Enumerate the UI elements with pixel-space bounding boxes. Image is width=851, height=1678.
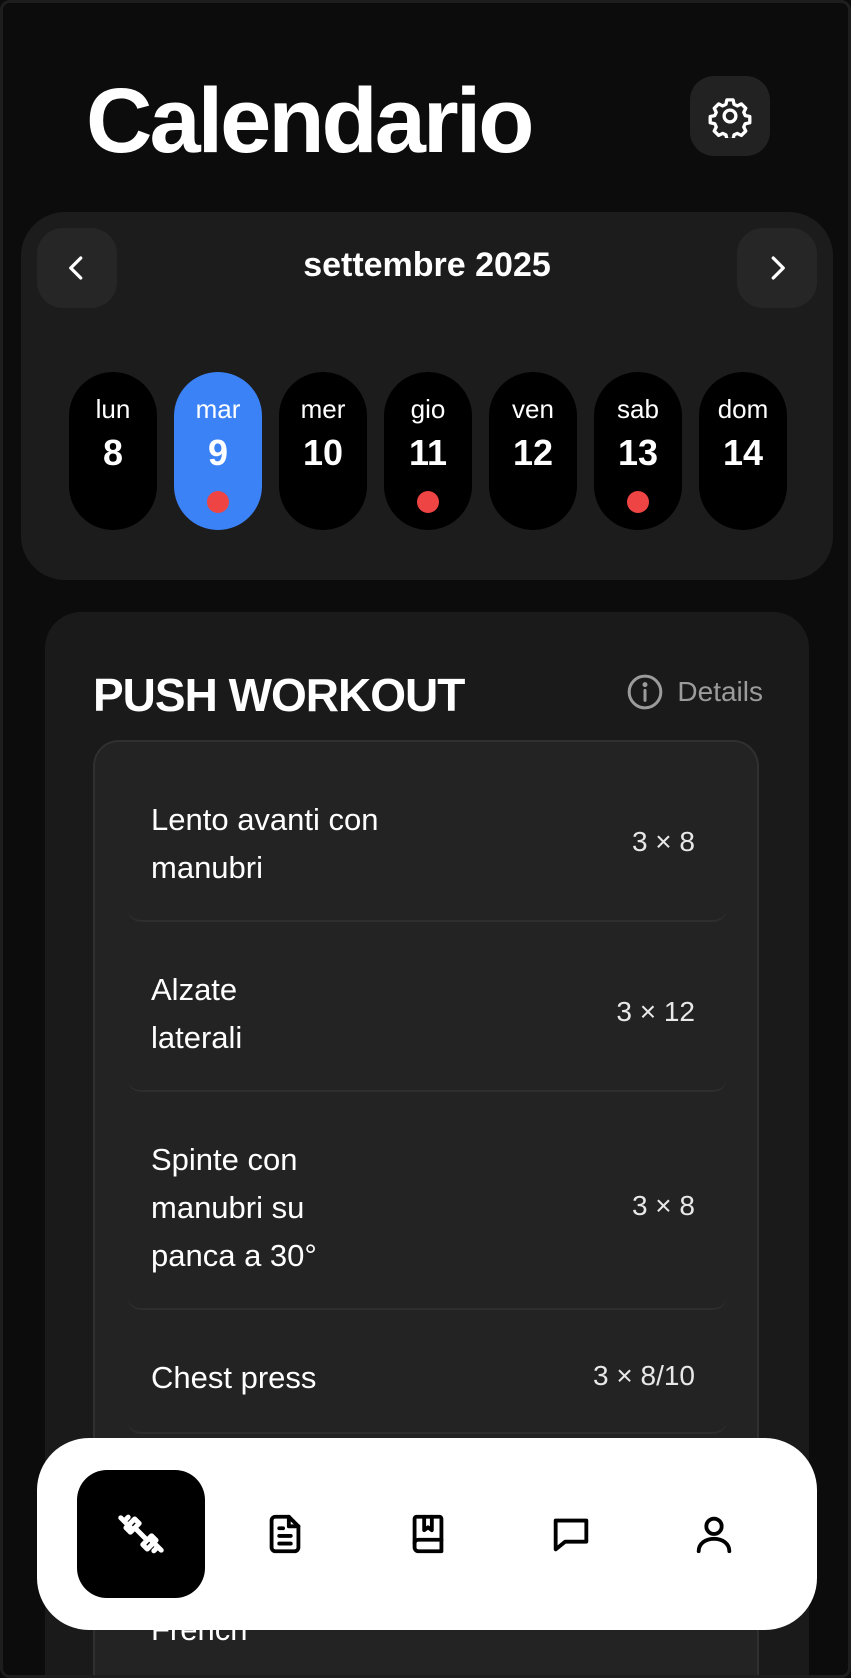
exercise-name: Alzate laterali: [151, 972, 243, 1055]
tab-documents[interactable]: [221, 1470, 349, 1598]
week-strip: lun 8 mar 9 mer 10 gio 11 ven 12 sab 13: [69, 372, 787, 530]
details-button[interactable]: Details: [625, 672, 763, 712]
chat-bubble-icon: [553, 1518, 589, 1552]
day-name: mar: [195, 394, 241, 424]
info-icon: [628, 674, 663, 710]
next-month-button[interactable]: [737, 228, 817, 308]
day-cell[interactable]: gio 11: [384, 372, 472, 530]
exercise-item[interactable]: Alzate laterali 3 × 12: [127, 938, 727, 1092]
bottom-tab-bar: [37, 1438, 817, 1630]
exercise-name: Chest press: [151, 1360, 317, 1395]
workout-dot: [627, 491, 649, 513]
day-number: 13: [617, 432, 659, 473]
user-icon: [696, 1516, 732, 1554]
workout-title: PUSH WORKOUT: [93, 669, 465, 721]
tab-workouts[interactable]: [77, 1470, 205, 1598]
exercise-name: Lento avanti con manubri: [151, 802, 379, 885]
exercise-item[interactable]: Lento avanti con manubri 3 × 8: [127, 768, 727, 922]
exercise-sets: 3 × 8/10: [593, 1360, 695, 1391]
day-number: 10: [302, 432, 344, 473]
gear-icon: [708, 98, 752, 138]
exercise-sets: 3 × 8: [631, 1190, 695, 1221]
workout-dot: [207, 491, 229, 513]
book-bookmark-icon: [412, 1514, 444, 1554]
day-name: lun: [95, 394, 131, 424]
day-cell[interactable]: mer 10: [279, 372, 367, 530]
day-name: mer: [300, 394, 346, 424]
dumbbell-icon: [118, 1514, 164, 1554]
day-cell[interactable]: ven 12: [489, 372, 577, 530]
day-name: sab: [617, 394, 659, 424]
day-name: ven: [512, 394, 554, 424]
day-name: gio: [410, 394, 446, 424]
exercise-name: Spinte con manubri su panca a 30°: [151, 1142, 317, 1273]
day-name: dom: [717, 394, 769, 424]
details-label: Details: [677, 676, 763, 707]
header: Calendario: [0, 0, 851, 200]
day-number: 9: [207, 432, 229, 473]
document-icon: [269, 1514, 301, 1554]
settings-button[interactable]: [690, 76, 770, 156]
workout-dot: [417, 491, 439, 513]
day-number: 12: [512, 432, 554, 473]
day-cell[interactable]: sab 13: [594, 372, 682, 530]
chevron-right-icon: [771, 256, 785, 280]
tab-messages[interactable]: [507, 1470, 635, 1598]
day-number: 11: [408, 432, 448, 473]
exercise-sets: 3 × 8: [631, 826, 695, 857]
exercise-sets: 3 × 12: [616, 996, 695, 1027]
tab-profile[interactable]: [650, 1470, 778, 1598]
tab-library[interactable]: [364, 1470, 492, 1598]
day-number: 14: [722, 432, 764, 473]
page-title: Calendario: [86, 70, 534, 172]
day-cell[interactable]: dom 14: [699, 372, 787, 530]
day-cell[interactable]: mar 9: [174, 372, 262, 530]
day-cell[interactable]: lun 8: [69, 372, 157, 530]
month-label: settembre 2025: [303, 246, 551, 284]
exercise-item[interactable]: Chest press 3 × 8/10: [127, 1326, 727, 1434]
calendar-card: settembre 2025 lun 8 mar 9 mer 10 gio 11…: [21, 212, 833, 580]
exercise-item[interactable]: Spinte con manubri su panca a 30° 3 × 8: [127, 1108, 727, 1310]
day-number: 8: [102, 432, 124, 473]
